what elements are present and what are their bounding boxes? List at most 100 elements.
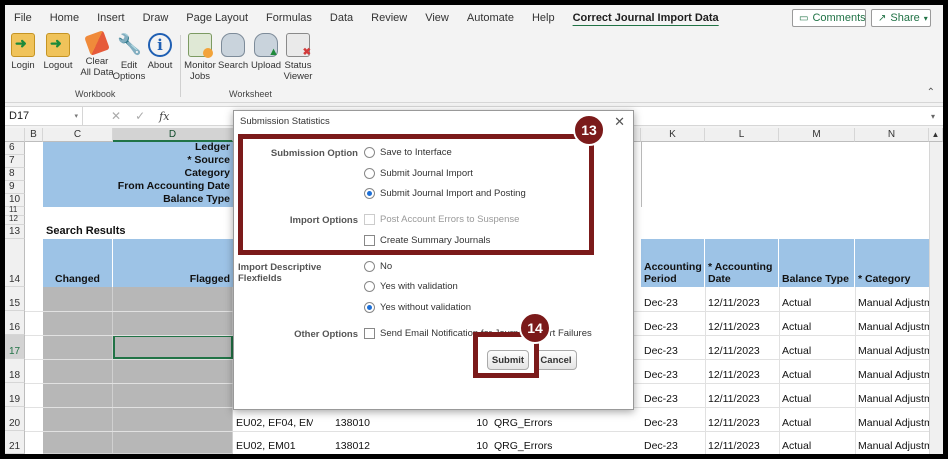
radio-button[interactable] [364, 261, 375, 272]
scroll-up-icon[interactable]: ▲ [929, 128, 943, 142]
option-flexfields-with-validation[interactable]: Yes with validation [364, 281, 458, 292]
row-header[interactable]: 18 [5, 359, 25, 383]
radio-button[interactable] [364, 281, 375, 292]
collapse-ribbon-icon[interactable]: ⌃ [927, 87, 935, 98]
row-header[interactable]: 17 [5, 335, 25, 359]
row-header[interactable]: 15 [5, 287, 25, 311]
errors-cell[interactable]: EU02, EM01 [233, 431, 313, 454]
period-cell[interactable]: Dec-23 [641, 359, 705, 383]
upload-button[interactable]: ▲ Upload [250, 33, 282, 71]
column-header-l[interactable]: L [705, 128, 779, 142]
row-header[interactable]: 12 [5, 214, 25, 225]
balance-cell[interactable]: Actual [779, 431, 855, 454]
menu-home[interactable]: Home [41, 12, 88, 24]
column-header-n[interactable]: N [855, 128, 929, 142]
menu-data[interactable]: Data [321, 12, 362, 24]
row-header[interactable]: 20 [5, 407, 25, 431]
column-header-m[interactable]: M [779, 128, 855, 142]
row-header[interactable]: 7 [5, 155, 25, 168]
flagged-column-cells[interactable] [113, 287, 233, 454]
category-cell[interactable]: Manual Adjustment [855, 335, 929, 359]
row-header[interactable]: 9 [5, 181, 25, 194]
menu-file[interactable]: File [5, 12, 41, 24]
row-header[interactable]: 16 [5, 311, 25, 335]
balance-cell[interactable]: Actual [779, 335, 855, 359]
column-header-d[interactable]: D [113, 128, 233, 142]
quantity-cell[interactable]: 10 [373, 431, 491, 454]
menu-help[interactable]: Help [523, 12, 564, 24]
row-header[interactable]: 19 [5, 383, 25, 407]
login-button[interactable]: ➜ Login [9, 33, 37, 71]
account-cell[interactable]: 138010 [313, 407, 373, 431]
balance-cell[interactable]: Actual [779, 287, 855, 311]
name-cell[interactable]: QRG_Errors [491, 431, 571, 454]
category-cell[interactable]: Manual Adjustment [855, 311, 929, 335]
period-cell[interactable]: Dec-23 [641, 407, 705, 431]
menu-page-layout[interactable]: Page Layout [177, 12, 257, 24]
period-cell[interactable]: Dec-23 [641, 287, 705, 311]
changed-column-cells[interactable] [43, 287, 113, 454]
enter-icon[interactable]: ✓ [135, 109, 145, 123]
period-cell[interactable]: Dec-23 [641, 383, 705, 407]
balance-cell[interactable]: Actual [779, 383, 855, 407]
category-cell[interactable]: Manual Adjustment [855, 359, 929, 383]
row-header[interactable]: 21 [5, 431, 25, 454]
vertical-scrollbar[interactable] [929, 142, 943, 454]
monitor-jobs-button[interactable]: Monitor Jobs [183, 33, 217, 82]
option-flexfields-without-validation[interactable]: Yes without validation [364, 302, 471, 313]
menu-correct-journal-import-data[interactable]: Correct Journal Import Data [564, 12, 728, 24]
period-cell[interactable]: Dec-23 [641, 311, 705, 335]
cancel-button[interactable]: Cancel [535, 350, 577, 370]
comments-button[interactable]: ▭ Comments [792, 9, 866, 27]
period-cell[interactable]: Dec-23 [641, 335, 705, 359]
category-cell[interactable]: Manual Adjustment [855, 287, 929, 311]
balance-cell[interactable]: Actual [779, 359, 855, 383]
column-header-k[interactable]: K [641, 128, 705, 142]
date-cell[interactable]: 12/11/2023 [705, 335, 779, 359]
select-all-corner[interactable] [5, 128, 25, 142]
category-cell[interactable]: Manual Adjustment [855, 407, 929, 431]
errors-cell[interactable]: EU02, EF04, EM01 [233, 407, 313, 431]
row-header[interactable]: 14 [5, 239, 25, 287]
close-icon[interactable]: ✕ [614, 114, 625, 130]
date-cell[interactable]: 12/11/2023 [705, 383, 779, 407]
expand-formula-bar-icon[interactable]: ▾ [931, 112, 935, 121]
menu-view[interactable]: View [416, 12, 458, 24]
about-button[interactable]: i About [145, 33, 175, 71]
option-flexfields-no[interactable]: No [364, 261, 392, 272]
quantity-cell[interactable]: 10 [373, 407, 491, 431]
menu-draw[interactable]: Draw [134, 12, 178, 24]
name-box[interactable]: D17 ▾ [5, 107, 83, 125]
category-cell[interactable]: Manual Adjustment [855, 431, 929, 454]
balance-cell[interactable]: Actual [779, 407, 855, 431]
selected-cell-d17[interactable] [113, 335, 233, 359]
column-header-b[interactable]: B [25, 128, 43, 142]
status-viewer-button[interactable]: ✖ Status Viewer [282, 33, 314, 82]
menu-formulas[interactable]: Formulas [257, 12, 321, 24]
date-cell[interactable]: 12/11/2023 [705, 431, 779, 454]
date-cell[interactable]: 12/11/2023 [705, 407, 779, 431]
menu-automate[interactable]: Automate [458, 12, 523, 24]
row-header[interactable]: 8 [5, 168, 25, 181]
period-cell[interactable]: Dec-23 [641, 431, 705, 454]
function-icon[interactable]: fx [159, 110, 169, 123]
account-cell[interactable]: 138012 [313, 431, 373, 454]
logout-button[interactable]: ➜ Logout [41, 33, 75, 71]
menu-insert[interactable]: Insert [88, 12, 134, 24]
balance-cell[interactable]: Actual [779, 311, 855, 335]
search-button[interactable]: Search [218, 33, 248, 71]
cancel-icon[interactable]: ✕ [111, 109, 121, 123]
name-cell[interactable]: QRG_Errors [491, 407, 571, 431]
checkbox[interactable] [364, 328, 375, 339]
edit-options-button[interactable]: 🔧 Edit Options [109, 33, 149, 82]
date-cell[interactable]: 12/11/2023 [705, 311, 779, 335]
date-cell[interactable]: 12/11/2023 [705, 287, 779, 311]
category-cell[interactable]: Manual Adjustment [855, 383, 929, 407]
share-button[interactable]: ↗ Share ▾ [871, 9, 931, 27]
row-header[interactable]: 6 [5, 142, 25, 155]
column-header-c[interactable]: C [43, 128, 113, 142]
date-cell[interactable]: 12/11/2023 [705, 359, 779, 383]
row-header[interactable]: 13 [5, 225, 25, 239]
menu-review[interactable]: Review [362, 12, 416, 24]
radio-button-selected[interactable] [364, 302, 375, 313]
